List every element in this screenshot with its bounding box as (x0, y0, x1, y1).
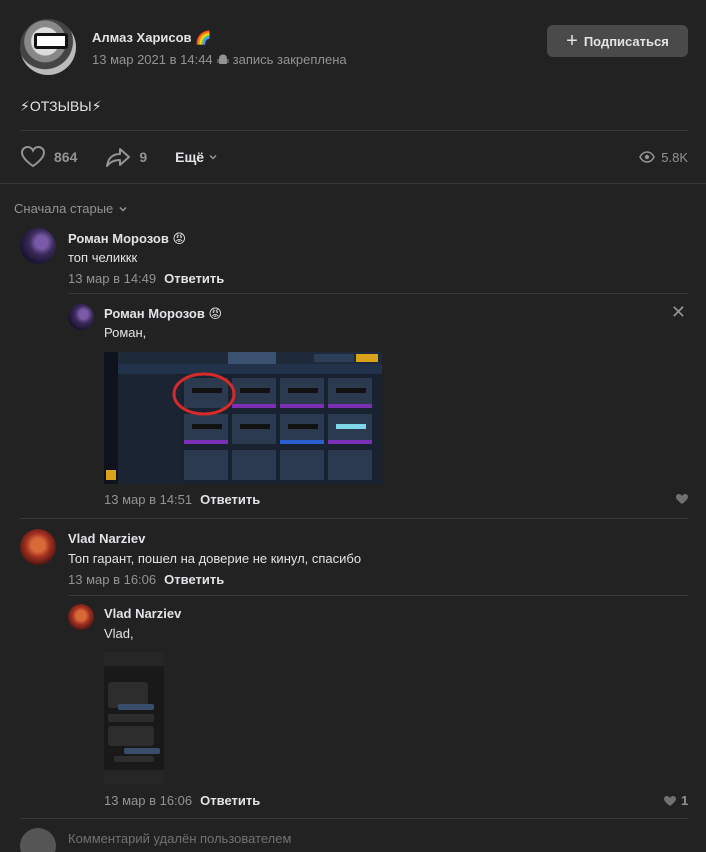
chevron-down-icon (209, 154, 217, 160)
author-name-text[interactable]: Алмаз Харисов (92, 30, 192, 45)
post-date[interactable]: 13 мар 2021 в 14:44 (92, 52, 213, 67)
post-meta: 13 мар 2021 в 14:44 запись закреплена (92, 52, 347, 67)
like-heart-icon (664, 795, 676, 806)
comment-date[interactable]: 13 мар в 16:06 (68, 572, 156, 587)
comment-author[interactable]: Vlad Narziev (68, 531, 145, 546)
thread-divider (68, 293, 688, 294)
deleted-avatar (20, 828, 56, 852)
comment-text: топ челиккк (68, 250, 138, 265)
post-header: Алмаз Харисов 🌈 13 мар 2021 в 14:44 запи… (20, 19, 688, 75)
post-author-name[interactable]: Алмаз Харисов 🌈 (92, 30, 211, 46)
commenter-avatar[interactable] (20, 529, 56, 565)
reply-button[interactable]: Ответить (164, 572, 224, 587)
views-count: 5.8K (661, 149, 688, 165)
reply-button[interactable]: Ответить (200, 492, 260, 507)
shares-count: 9 (139, 149, 148, 165)
comment-meta: 13 мар в 14:49 Ответить (68, 271, 224, 286)
post-divider (20, 130, 688, 131)
reply-like-button[interactable]: 1 (663, 793, 688, 808)
deleted-comment-text: Комментарий удалён пользователем (68, 831, 292, 846)
rainbow-emoji: 🌈 (195, 30, 212, 45)
plus-icon: + (566, 30, 578, 52)
comment-divider (20, 518, 688, 519)
reply-author[interactable]: Роман Морозов 😡 (104, 306, 222, 322)
author-avatar[interactable] (20, 19, 76, 75)
chevron-down-icon (119, 206, 127, 212)
reply-date[interactable]: 13 мар в 14:51 (104, 492, 192, 507)
reply-date[interactable]: 13 мар в 16:06 (104, 793, 192, 808)
post-actions: 864 9 Ещё 5.8K (20, 145, 688, 169)
reply-meta: 13 мар в 16:06 Ответить (104, 793, 260, 808)
comment-date[interactable]: 13 мар в 14:49 (68, 271, 156, 286)
reply-meta: 13 мар в 14:51 Ответить (104, 492, 260, 507)
more-button[interactable]: Ещё (175, 149, 218, 165)
reply-button[interactable]: Ответить (164, 271, 224, 286)
like-heart-icon[interactable] (675, 493, 689, 505)
comment-meta: 13 мар в 16:06 Ответить (68, 572, 224, 587)
heart-icon (20, 145, 46, 168)
more-label: Ещё (175, 149, 205, 165)
subscribe-button[interactable]: + Подписаться (547, 25, 688, 57)
comments-sort-dropdown[interactable]: Сначала старые (14, 201, 128, 216)
reply-avatar[interactable] (68, 604, 94, 630)
sort-label: Сначала старые (14, 201, 114, 216)
like-button[interactable]: 864 (20, 145, 77, 169)
reply-text: Vlad, (104, 626, 134, 641)
reply-likes-count: 1 (681, 793, 689, 808)
comment-divider (20, 818, 688, 819)
angry-emoji: 😡 (172, 231, 186, 246)
share-icon (106, 148, 131, 167)
pinned-label: запись закреплена (232, 52, 347, 67)
thread-divider (68, 595, 688, 596)
comment-author-name[interactable]: Роман Морозов (68, 231, 169, 246)
likes-count: 864 (54, 149, 78, 165)
commenter-avatar[interactable] (20, 228, 56, 264)
market-screenshot-image (104, 352, 382, 484)
reply-avatar[interactable] (68, 304, 94, 330)
reply-author-name[interactable]: Роман Морозов (104, 306, 205, 321)
eye-icon (639, 151, 656, 163)
comment-text: Топ гарант, пошел на доверие не кинул, с… (68, 551, 362, 566)
attached-screenshot-chat[interactable] (104, 652, 164, 784)
reply-button[interactable]: Ответить (200, 793, 260, 808)
reply-author[interactable]: Vlad Narziev (104, 606, 181, 621)
share-button[interactable]: 9 (105, 146, 147, 168)
android-icon (217, 54, 229, 64)
post-text: ⚡ОТЗЫВЫ⚡ (20, 98, 102, 114)
angry-emoji: 😡 (208, 306, 222, 321)
chat-screenshot-image (104, 652, 164, 784)
reply-text: Роман, (104, 325, 147, 340)
attached-screenshot-market[interactable] (104, 352, 382, 484)
actions-divider (0, 183, 706, 184)
subscribe-label: Подписаться (583, 33, 669, 49)
views-counter: 5.8K (639, 150, 688, 165)
close-icon[interactable]: ✕ (671, 302, 686, 323)
comment-author[interactable]: Роман Морозов 😡 (68, 231, 186, 247)
